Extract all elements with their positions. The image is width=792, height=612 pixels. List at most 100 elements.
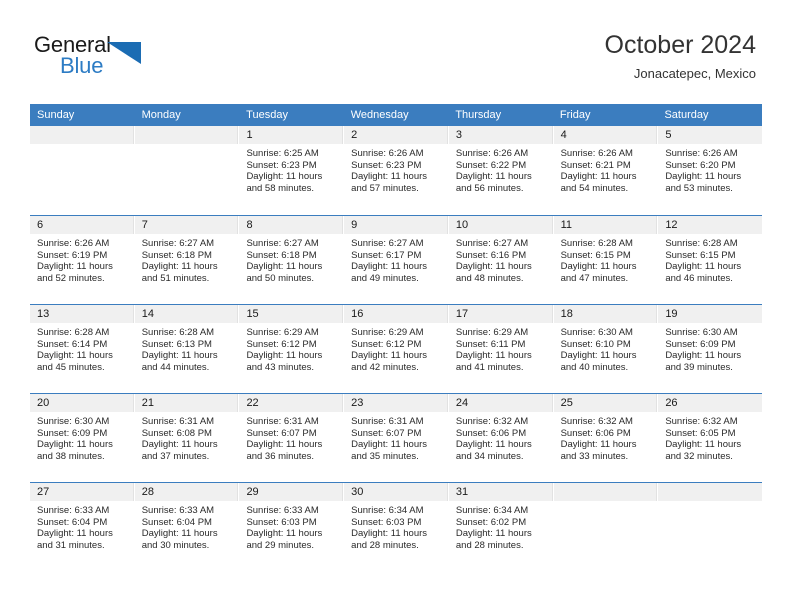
sunrise-text: Sunrise: 6:31 AM (141, 416, 215, 427)
calendar-day-cell[interactable]: 24 Sunrise: 6:32 AM Sunset: 6:06 PM Dayligh… (448, 394, 554, 482)
day-number-band: 9 (344, 216, 448, 234)
calendar-day-cell[interactable]: 27 Sunrise: 6:33 AM Sunset: 6:04 PM Dayligh… (30, 483, 135, 571)
sunset-text: Sunset: 6:04 PM (141, 516, 212, 528)
daylight-text-line1: Daylight: 11 hours (246, 350, 323, 362)
calendar-day-cell[interactable]: 9 Sunrise: 6:27 AM Sunset: 6:17 PM Daylight… (344, 216, 449, 304)
daylight-text-line2: and 52 minutes. (37, 272, 105, 284)
day-sun-info: Sunrise: 6:27 AM Sunset: 6:18 PM Daylight:… (135, 234, 239, 284)
sunset-text: Sunset: 6:12 PM (246, 338, 317, 350)
sunset-text: Sunset: 6:21 PM (560, 159, 631, 171)
daylight-text-line2: and 43 minutes. (246, 361, 315, 373)
sunset-text: Sunset: 6:18 PM (141, 249, 212, 261)
day-number: 5 (665, 129, 672, 141)
sunrise-text: Sunrise: 6:27 AM (455, 238, 529, 249)
day-number-band: 27 (30, 483, 134, 501)
daylight-text-line2: and 54 minutes. (560, 182, 629, 194)
sunrise-text: Sunrise: 6:32 AM (560, 416, 633, 427)
sunset-text: Sunset: 6:06 PM (560, 427, 631, 439)
day-number-band: 14 (134, 305, 239, 323)
sunset-text: Sunset: 6:14 PM (37, 338, 108, 350)
day-number: 16 (351, 308, 364, 320)
sunrise-text: Sunrise: 6:29 AM (246, 327, 319, 338)
sunrise-text: Sunrise: 6:26 AM (560, 148, 633, 159)
day-number-band: 15 (239, 305, 344, 323)
day-sun-info: Sunrise: 6:33 AM Sunset: 6:03 PM Daylight:… (239, 501, 343, 551)
weekday-header-row: Sunday Monday Tuesday Wednesday Thursday… (30, 104, 762, 126)
weekday-header-saturday: Saturday (664, 109, 709, 121)
day-number-band: 4 (553, 126, 658, 144)
day-number: 3 (455, 129, 462, 141)
day-sun-info: Sunrise: 6:31 AM Sunset: 6:07 PM Daylight:… (344, 412, 448, 462)
daylight-text-line1: Daylight: 11 hours (351, 261, 428, 273)
day-sun-info: Sunrise: 6:29 AM Sunset: 6:11 PM Daylight:… (449, 323, 553, 373)
calendar-day-cell[interactable]: 19 Sunrise: 6:30 AM Sunset: 6:09 PM Dayligh… (658, 305, 763, 393)
sunset-text: Sunset: 6:11 PM (455, 338, 526, 350)
calendar-day-cell-empty (134, 126, 240, 215)
daylight-text-line1: Daylight: 11 hours (560, 439, 637, 451)
day-number: 20 (37, 397, 50, 409)
calendar-day-cell[interactable]: 6 Sunrise: 6:26 AM Sunset: 6:19 PM Daylight… (30, 216, 135, 304)
sunrise-text: Sunrise: 6:28 AM (37, 327, 110, 338)
day-number: 22 (246, 397, 259, 409)
calendar-day-cell[interactable]: 5 Sunrise: 6:26 AM Sunset: 6:20 PM Daylight… (658, 126, 763, 215)
daylight-text-line2: and 31 minutes. (37, 539, 105, 551)
calendar-day-cell[interactable]: 12 Sunrise: 6:28 AM Sunset: 6:15 PM Dayligh… (658, 216, 763, 304)
calendar-day-cell[interactable]: 21 Sunrise: 6:31 AM Sunset: 6:08 PM Dayligh… (134, 394, 240, 482)
calendar-day-cell[interactable]: 7 Sunrise: 6:27 AM Sunset: 6:18 PM Daylight… (134, 216, 240, 304)
calendar-week-row: 27 Sunrise: 6:33 AM Sunset: 6:04 PM Dayligh… (30, 482, 763, 571)
sunset-text: Sunset: 6:02 PM (455, 516, 527, 528)
calendar-day-cell[interactable]: 30 Sunrise: 6:34 AM Sunset: 6:03 PM Dayligh… (344, 483, 449, 571)
calendar-day-cell[interactable]: 31 Sunrise: 6:34 AM Sunset: 6:02 PM Dayligh… (448, 483, 554, 571)
calendar-day-cell[interactable]: 23 Sunrise: 6:31 AM Sunset: 6:07 PM Dayligh… (344, 394, 449, 482)
day-sun-info: Sunrise: 6:32 AM Sunset: 6:06 PM Daylight:… (554, 412, 658, 462)
daylight-text-line2: and 41 minutes. (455, 361, 524, 373)
daylight-text-line1: Daylight: 11 hours (141, 261, 218, 273)
day-sun-info: Sunrise: 6:29 AM Sunset: 6:12 PM Daylight:… (239, 323, 343, 373)
calendar-day-cell[interactable]: 13 Sunrise: 6:28 AM Sunset: 6:14 PM Dayligh… (30, 305, 135, 393)
calendar-day-cell[interactable]: 29 Sunrise: 6:33 AM Sunset: 6:03 PM Dayligh… (239, 483, 345, 571)
day-sun-info: Sunrise: 6:26 AM Sunset: 6:19 PM Daylight:… (30, 234, 134, 284)
calendar-day-cell-empty (30, 126, 135, 215)
calendar-day-cell[interactable]: 14 Sunrise: 6:28 AM Sunset: 6:13 PM Dayligh… (134, 305, 240, 393)
calendar-day-cell[interactable]: 11 Sunrise: 6:28 AM Sunset: 6:15 PM Dayligh… (553, 216, 659, 304)
calendar-day-cell[interactable]: 22 Sunrise: 6:31 AM Sunset: 6:07 PM Dayligh… (239, 394, 345, 482)
calendar-day-cell[interactable]: 26 Sunrise: 6:32 AM Sunset: 6:05 PM Dayligh… (658, 394, 763, 482)
daylight-text-line1: Daylight: 11 hours (665, 261, 742, 273)
calendar-day-cell[interactable]: 4 Sunrise: 6:26 AM Sunset: 6:21 PM Daylight… (553, 126, 659, 215)
day-number-band: 23 (344, 394, 448, 412)
sunrise-text: Sunrise: 6:28 AM (141, 327, 215, 338)
day-number-band: 13 (30, 305, 134, 323)
day-number-band: 16 (344, 305, 448, 323)
calendar-day-cell[interactable]: 28 Sunrise: 6:33 AM Sunset: 6:04 PM Dayligh… (134, 483, 240, 571)
day-number-band: 6 (30, 216, 134, 234)
calendar-day-cell[interactable]: 2 Sunrise: 6:26 AM Sunset: 6:23 PM Daylight… (344, 126, 449, 215)
daylight-text-line1: Daylight: 11 hours (141, 350, 218, 362)
calendar-day-cell[interactable]: 3 Sunrise: 6:26 AM Sunset: 6:22 PM Daylight… (448, 126, 554, 215)
sunset-text: Sunset: 6:07 PM (246, 427, 317, 439)
day-number: 13 (37, 308, 50, 320)
day-sun-info: Sunrise: 6:30 AM Sunset: 6:09 PM Daylight:… (30, 412, 134, 462)
calendar-day-cell[interactable]: 25 Sunrise: 6:32 AM Sunset: 6:06 PM Dayligh… (553, 394, 659, 482)
calendar-day-cell[interactable]: 15 Sunrise: 6:29 AM Sunset: 6:12 PM Dayligh… (239, 305, 345, 393)
daylight-text-line2: and 49 minutes. (351, 272, 419, 284)
sunrise-text: Sunrise: 6:30 AM (37, 416, 110, 427)
day-number: 26 (665, 397, 678, 409)
weekday-header-wednesday: Wednesday (350, 109, 409, 121)
day-sun-info: Sunrise: 6:28 AM Sunset: 6:15 PM Daylight:… (658, 234, 762, 284)
day-number: 29 (246, 486, 259, 498)
calendar-week-row: 1 Sunrise: 6:25 AM Sunset: 6:23 PM Daylight… (30, 126, 763, 215)
calendar-day-cell[interactable]: 17 Sunrise: 6:29 AM Sunset: 6:11 PM Dayligh… (448, 305, 554, 393)
day-number-band: 31 (448, 483, 553, 501)
general-blue-logo[interactable]: General Blue (34, 34, 244, 90)
daylight-text-line2: and 57 minutes. (351, 182, 419, 194)
day-sun-info: Sunrise: 6:28 AM Sunset: 6:14 PM Daylight:… (30, 323, 134, 373)
calendar-day-cell[interactable]: 8 Sunrise: 6:27 AM Sunset: 6:18 PM Daylight… (239, 216, 345, 304)
calendar-day-cell[interactable]: 16 Sunrise: 6:29 AM Sunset: 6:12 PM Dayligh… (344, 305, 449, 393)
calendar-day-cell[interactable]: 20 Sunrise: 6:30 AM Sunset: 6:09 PM Dayligh… (30, 394, 135, 482)
daylight-text-line1: Daylight: 11 hours (246, 261, 323, 273)
day-number-band: 25 (553, 394, 658, 412)
calendar-day-cell[interactable]: 1 Sunrise: 6:25 AM Sunset: 6:23 PM Daylight… (239, 126, 345, 215)
calendar-day-cell[interactable]: 10 Sunrise: 6:27 AM Sunset: 6:16 PM Dayligh… (448, 216, 554, 304)
sunset-text: Sunset: 6:13 PM (141, 338, 212, 350)
calendar-day-cell[interactable]: 18 Sunrise: 6:30 AM Sunset: 6:10 PM Dayligh… (553, 305, 659, 393)
